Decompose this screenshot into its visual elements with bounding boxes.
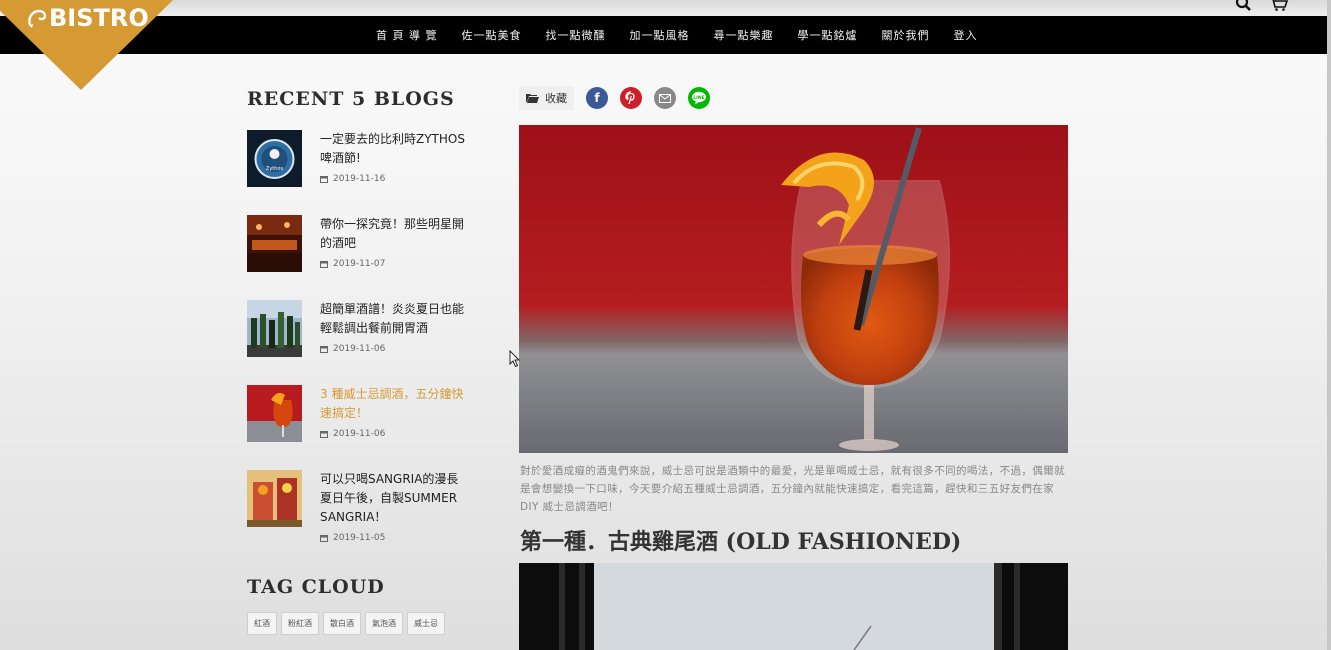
- tag-chip[interactable]: 氣泡酒: [365, 612, 403, 635]
- blog-date: 2019-11-07: [320, 259, 385, 269]
- search-icon[interactable]: [1235, 0, 1253, 11]
- mouse-cursor-icon: [509, 349, 521, 372]
- blog-date-text: 2019-11-16: [333, 174, 386, 184]
- cart-icon[interactable]: [1269, 0, 1289, 11]
- blog-date-text: 2019-11-06: [333, 344, 386, 354]
- blog-title-link[interactable]: 帶你一探究竟！那些明星開的酒吧: [320, 215, 465, 253]
- recent-blogs-heading: RECENT 5 BLOGS: [247, 88, 455, 110]
- blog-thumbnail[interactable]: [247, 215, 302, 272]
- tag-cloud: 紅酒 粉紅酒 散白酒 氣泡酒 威士忌: [247, 612, 477, 635]
- calendar-icon: [320, 346, 328, 353]
- nav-item-6[interactable]: 關於我們: [870, 27, 942, 43]
- nav-menu: 首 頁 導 覽佐一點美食 找一點微醺 加一點風格 尋一點樂趣 學一點銘爐 關於我們 登入: [364, 16, 990, 54]
- scrollbar[interactable]: [1327, 0, 1331, 650]
- blog-title-link[interactable]: 3 種威士忌調酒，五分鐘快速搞定！: [320, 385, 465, 423]
- recent-blog-item[interactable]: 超簡單酒譜！炎炎夏日也能輕鬆調出餐前開胃酒 2019-11-06: [247, 300, 477, 385]
- recent-blog-item[interactable]: Zythos 一定要去的比利時ZYTHOS啤酒節! 2019-11-16: [247, 130, 477, 215]
- tag-chip[interactable]: 散白酒: [323, 612, 361, 635]
- top-icons: [1235, 0, 1289, 11]
- blog-title-link[interactable]: 一定要去的比利時ZYTHOS啤酒節!: [320, 130, 465, 168]
- nav-item-7[interactable]: 登入: [942, 27, 990, 43]
- blog-date-text: 2019-11-06: [333, 429, 386, 439]
- blog-date: 2019-11-06: [320, 429, 385, 439]
- blog-thumbnail[interactable]: [247, 300, 302, 357]
- collect-button[interactable]: 收藏: [519, 86, 574, 110]
- blog-text: 帶你一探究竟！那些明星開的酒吧 2019-11-07: [320, 215, 465, 300]
- article-intro: 對於愛酒成癡的酒鬼們來說，威士忌可說是酒類中的最愛，光是單喝威士忌，就有很多不同…: [520, 465, 1065, 513]
- tag-chip[interactable]: 威士忌: [407, 612, 445, 635]
- blog-text: 3 種威士忌調酒，五分鐘快速搞定！ 2019-11-06: [320, 385, 465, 470]
- hero-image-cocktail: [519, 125, 1068, 453]
- calendar-icon: [320, 535, 328, 542]
- blog-title-link[interactable]: 可以只喝SANGRIA的漫長夏日午後，自製SUMMER SANGRIA！: [320, 470, 465, 527]
- nav-item-2[interactable]: 找一點微醺: [534, 27, 618, 43]
- tag-chip[interactable]: 粉紅酒: [281, 612, 319, 635]
- email-icon[interactable]: [654, 87, 676, 109]
- shrimp-logo-icon: [28, 9, 47, 28]
- logo[interactable]: BISTRO: [26, 4, 149, 32]
- blog-date: 2019-11-06: [320, 344, 385, 354]
- nav-item-0[interactable]: 首 頁 導 覽: [364, 27, 450, 43]
- main-nav: 首 頁 導 覽佐一點美食 找一點微醺 加一點風格 尋一點樂趣 學一點銘爐 關於我們 登入: [0, 16, 1331, 54]
- pinterest-icon[interactable]: [620, 87, 642, 109]
- blog-date: 2019-11-16: [320, 174, 385, 184]
- blog-thumbnail[interactable]: [247, 470, 302, 527]
- blog-text: 可以只喝SANGRIA的漫長夏日午後，自製SUMMER SANGRIA！ 2019…: [320, 470, 465, 572]
- calendar-icon: [320, 431, 328, 438]
- nav-item-1[interactable]: 佐一點美食: [450, 27, 534, 43]
- blog-date-text: 2019-11-07: [333, 259, 386, 269]
- recent-blog-item[interactable]: 3 種威士忌調酒，五分鐘快速搞定！ 2019-11-06: [247, 385, 477, 470]
- collect-label: 收藏: [545, 92, 567, 105]
- blog-date: 2019-11-05: [320, 533, 385, 543]
- recent-blog-item[interactable]: 帶你一探究竟！那些明星開的酒吧 2019-11-07: [247, 215, 477, 300]
- share-bar: 收藏 f LINE: [519, 86, 710, 110]
- section-title: 第一種．古典雞尾酒 (OLD FASHIONED): [520, 529, 962, 555]
- nav-item-3[interactable]: 加一點風格: [618, 27, 702, 43]
- recent-blogs-list: Zythos 一定要去的比利時ZYTHOS啤酒節! 2019-11-16 帶你一探究竟…: [247, 130, 477, 572]
- tag-chip[interactable]: 紅酒: [247, 612, 277, 635]
- blog-title-link[interactable]: 超簡單酒譜！炎炎夏日也能輕鬆調出餐前開胃酒: [320, 300, 465, 338]
- nav-item-4[interactable]: 尋一點樂趣: [702, 27, 786, 43]
- blog-text: 超簡單酒譜！炎炎夏日也能輕鬆調出餐前開胃酒 2019-11-06: [320, 300, 465, 385]
- calendar-icon: [320, 176, 328, 183]
- blog-thumbnail[interactable]: Zythos: [247, 130, 302, 187]
- sidebar: RECENT 5 BLOGS Zythos 一定要去的比利時ZYTHOS啤酒節! 2…: [247, 88, 477, 635]
- recent-blog-item[interactable]: 可以只喝SANGRIA的漫長夏日午後，自製SUMMER SANGRIA！ 2019…: [247, 470, 477, 572]
- calendar-icon: [320, 261, 328, 268]
- svg-text:Zythos: Zythos: [266, 166, 284, 172]
- svg-text:LINE: LINE: [693, 95, 704, 101]
- nav-item-5[interactable]: 學一點銘爐: [786, 27, 870, 43]
- line-icon[interactable]: LINE: [688, 87, 710, 109]
- blog-text: 一定要去的比利時ZYTHOS啤酒節! 2019-11-16: [320, 130, 465, 215]
- folder-icon: [526, 94, 539, 103]
- blog-date-text: 2019-11-05: [333, 533, 386, 543]
- top-strip: [0, 0, 1331, 16]
- facebook-icon[interactable]: f: [586, 87, 608, 109]
- tag-cloud-heading: TAG CLOUD: [247, 576, 385, 598]
- logo-text: BISTRO: [49, 4, 149, 32]
- blog-thumbnail[interactable]: [247, 385, 302, 442]
- second-image-cocktail: [519, 563, 1068, 650]
